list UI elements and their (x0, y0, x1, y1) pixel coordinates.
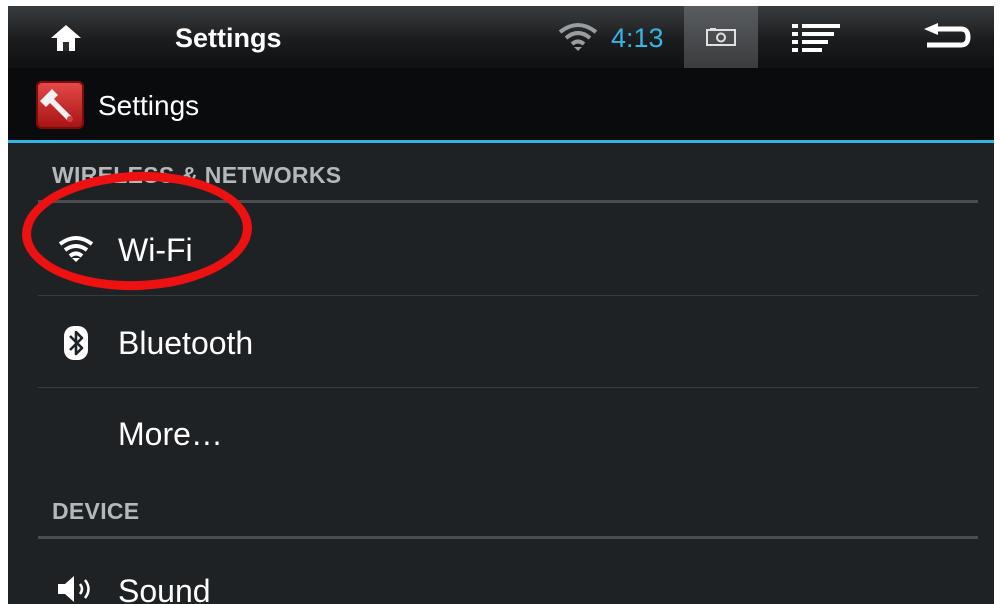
system-bar-title: Settings (175, 23, 282, 53)
menu-button[interactable] (786, 20, 846, 56)
section-header-wireless: WIRELESS & NETWORKS (52, 162, 342, 188)
back-button[interactable] (916, 20, 976, 56)
wifi-signal-icon (558, 23, 598, 51)
system-bar: Settings 4:13 (8, 6, 994, 68)
wifi-icon (56, 229, 96, 269)
section-header-device: DEVICE (52, 498, 140, 524)
speaker-icon (56, 569, 96, 604)
bluetooth-icon (56, 323, 96, 363)
action-bar-title: Settings (98, 90, 200, 121)
more-label: More… (118, 416, 223, 452)
list-item-more[interactable]: More… (38, 388, 978, 480)
sound-label: Sound (118, 573, 211, 604)
back-icon (924, 23, 971, 48)
list-item-wifi[interactable]: Wi-Fi (38, 203, 978, 295)
wifi-label: Wi-Fi (118, 232, 193, 268)
home-button[interactable] (42, 20, 90, 56)
screenshot-icon (706, 28, 736, 46)
settings-wrench-icon[interactable] (36, 81, 84, 129)
action-bar: Settings (8, 68, 994, 143)
clock: 4:13 (611, 23, 664, 53)
android-screen: Settings 4:13 Settings WIRELESS & NETWOR… (8, 6, 994, 604)
home-icon (51, 25, 81, 51)
list-item-bluetooth[interactable]: Bluetooth (38, 296, 978, 388)
list-item-sound[interactable]: Sound (38, 539, 978, 604)
menu-icon (792, 24, 840, 52)
bluetooth-label: Bluetooth (118, 325, 254, 361)
screenshot-button[interactable] (684, 6, 758, 68)
